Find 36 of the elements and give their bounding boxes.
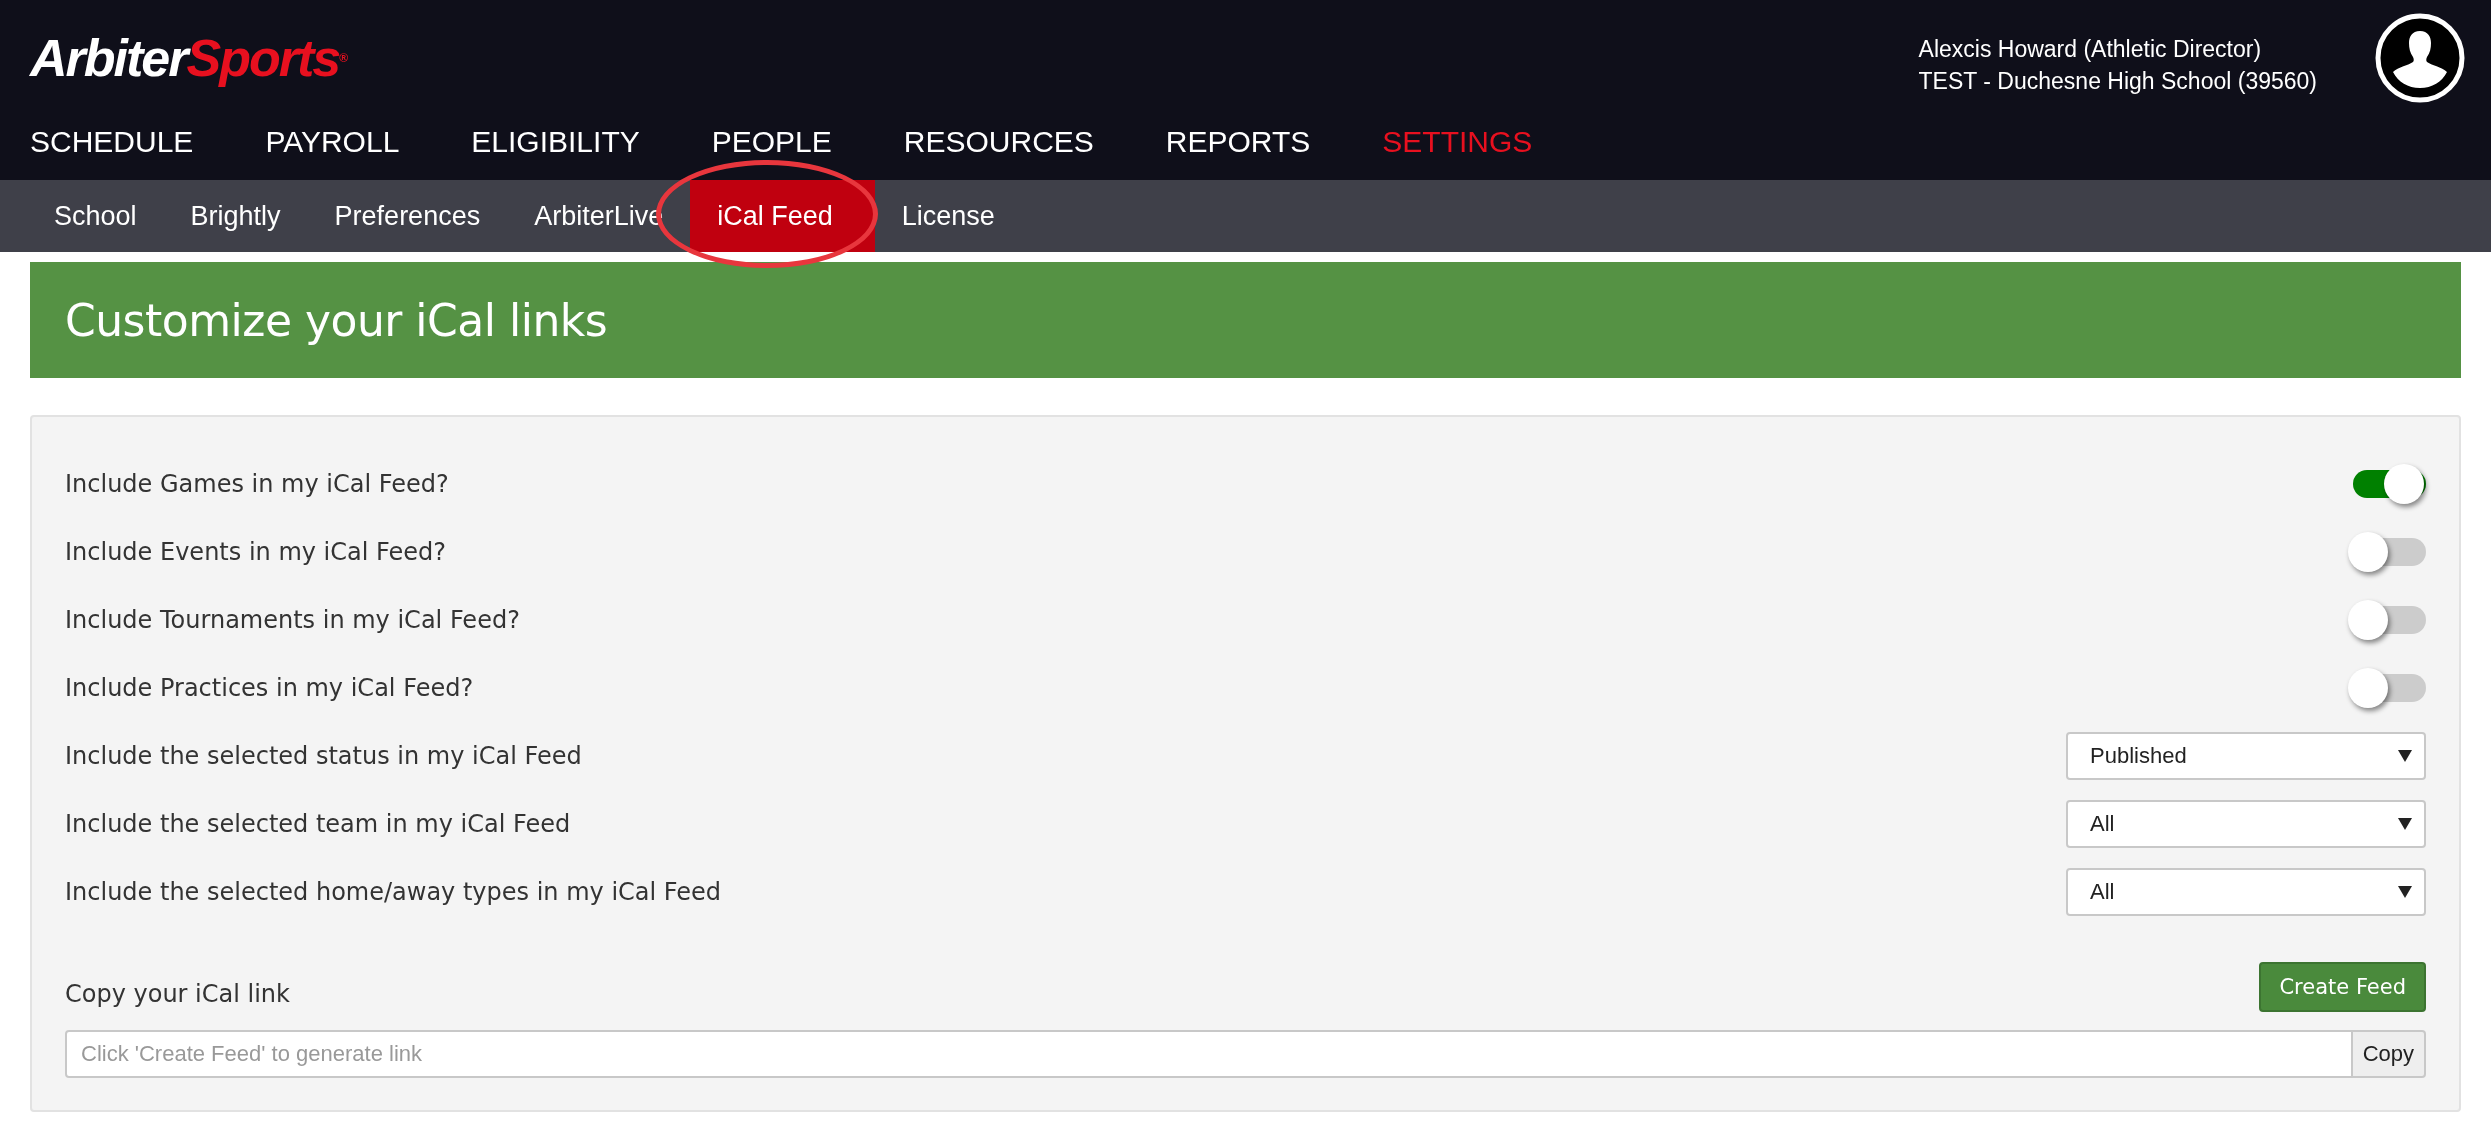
- toggle-switch[interactable]: [2348, 598, 2426, 642]
- nav-tab[interactable]: RESOURCES: [903, 124, 1094, 160]
- nav-tab[interactable]: ELIGIBILITY: [471, 124, 640, 160]
- dropdown[interactable]: All: [2066, 868, 2426, 916]
- setting-label: Include the selected home/away types in my iCal Feed: [65, 878, 722, 906]
- caret-icon: [2398, 818, 2412, 830]
- link-label: Copy your iCal link: [65, 980, 290, 1008]
- nav-tab[interactable]: PEOPLE: [711, 124, 832, 160]
- caret-icon: [2398, 750, 2412, 762]
- setting-label: Include Events in my iCal Feed?: [65, 538, 447, 566]
- setting-label: Include Practices in my iCal Feed?: [65, 674, 474, 702]
- setting-label: Include Games in my iCal Feed?: [65, 470, 449, 498]
- school-name[interactable]: TEST - Duchesne High School (39560): [1918, 65, 2317, 97]
- toggle-switch[interactable]: [2348, 530, 2426, 574]
- dropdown[interactable]: Published: [2066, 732, 2426, 780]
- avatar-icon[interactable]: [2375, 13, 2465, 103]
- subnav-tab[interactable]: School: [27, 180, 164, 252]
- dropdown[interactable]: All: [2066, 800, 2426, 848]
- subnav-tab[interactable]: Brightly: [163, 180, 308, 252]
- setting-label: Include the selected team in my iCal Feed: [65, 810, 571, 838]
- setting-label: Include the selected status in my iCal Feed: [65, 742, 582, 770]
- user-name[interactable]: Alexcis Howard (Athletic Director): [1918, 33, 2317, 65]
- logo[interactable]: ArbiterSports®: [30, 28, 348, 88]
- nav-tab[interactable]: SCHEDULE: [30, 124, 194, 160]
- subnav-tab[interactable]: License: [874, 180, 1022, 252]
- toggle-switch[interactable]: [2348, 666, 2426, 710]
- create-feed-button[interactable]: Create Feed: [2259, 962, 2426, 1012]
- link-field[interactable]: Click 'Create Feed' to generate link: [65, 1030, 2353, 1078]
- subnav-tab[interactable]: iCal Feed: [690, 180, 875, 252]
- page-title: Customize your iCal links: [65, 294, 608, 346]
- nav-tab[interactable]: REPORTS: [1165, 124, 1311, 160]
- setting-label: Include Tournaments in my iCal Feed?: [65, 606, 520, 634]
- subnav-tab[interactable]: Preferences: [307, 180, 508, 252]
- copy-button[interactable]: Copy: [2352, 1030, 2426, 1078]
- caret-icon: [2398, 886, 2412, 898]
- nav-tab[interactable]: PAYROLL: [265, 124, 400, 160]
